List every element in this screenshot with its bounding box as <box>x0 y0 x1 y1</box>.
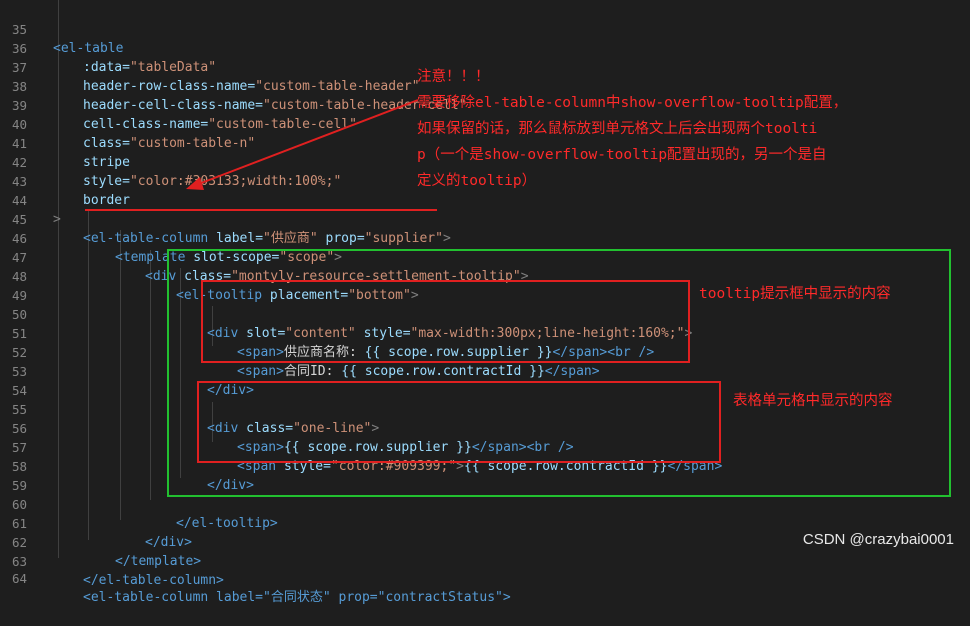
cell-annotation: 表格单元格中显示的内容 <box>733 393 893 409</box>
line-number: 64 <box>11 571 27 586</box>
code-editor[interactable]: 35 <el-table 36 :data="tableData" 37 hea… <box>0 0 970 605</box>
watermark: CSDN @crazybai0001 <box>802 531 954 548</box>
warning-annotation: 注意！！！ 需要移除el-table-column中show-overflow-… <box>417 69 848 189</box>
tag-name: <el-table-column label="合同状态" prop="cont… <box>83 590 511 605</box>
tooltip-annotation: tooltip提示框中显示的内容 <box>699 286 891 302</box>
tag-name: </el-table-column> <box>83 573 224 588</box>
